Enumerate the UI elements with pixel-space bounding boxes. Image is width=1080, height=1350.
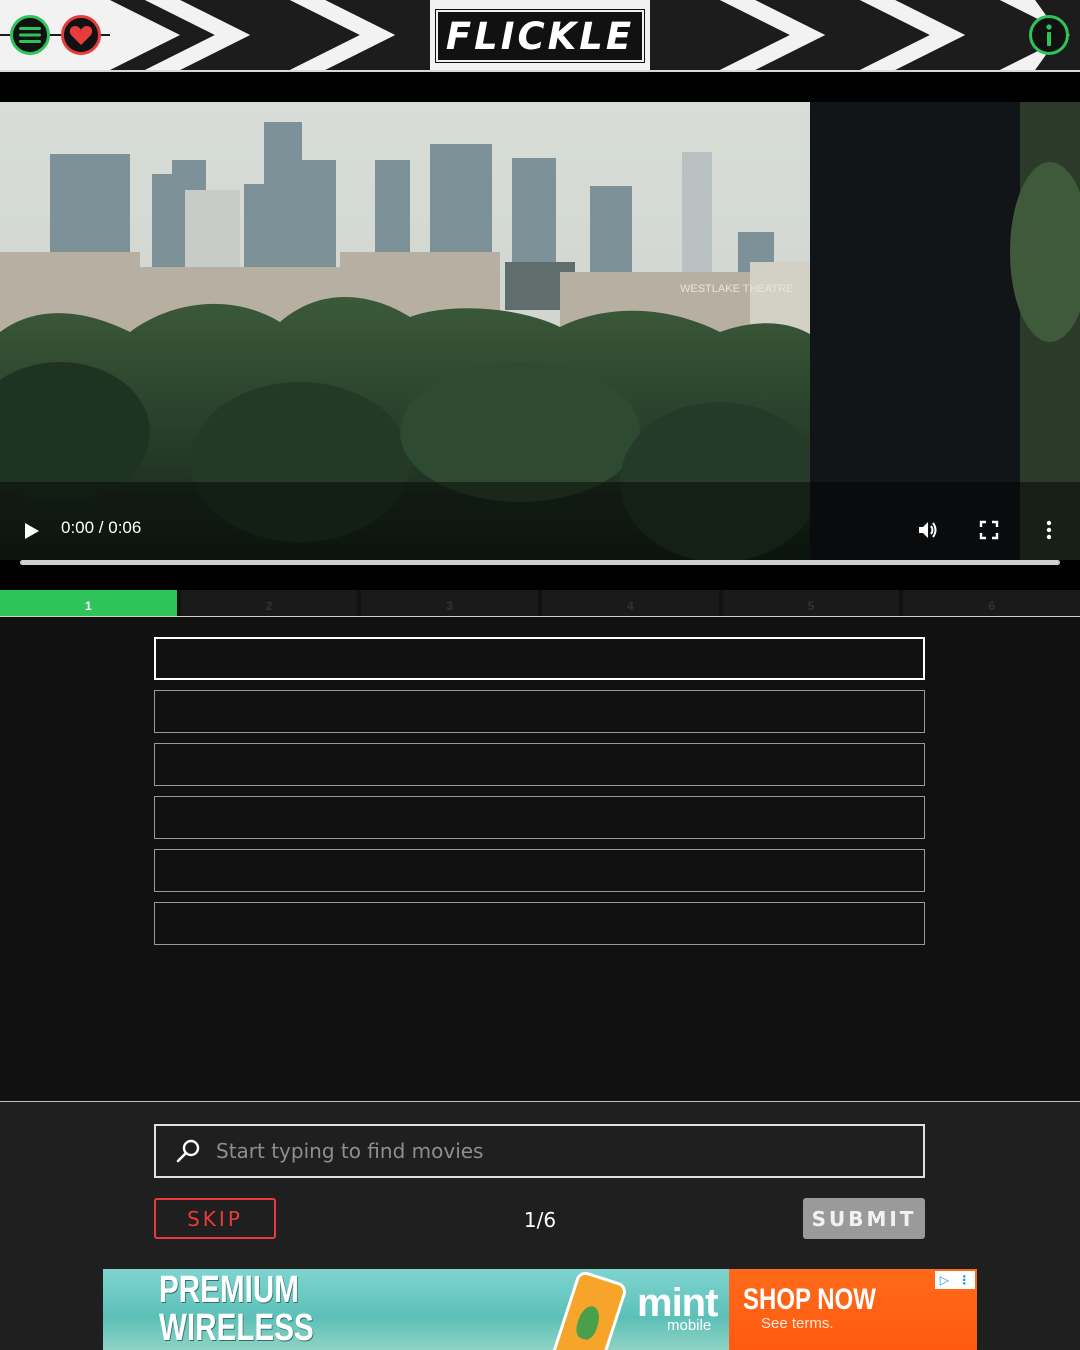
- menu-button[interactable]: [10, 15, 50, 55]
- guess-slot-5: [154, 849, 925, 892]
- guess-counter: 1/6: [523, 1208, 557, 1232]
- movie-search-input[interactable]: [216, 1139, 896, 1163]
- video-player[interactable]: WESTLAKE THEATRE 0:00 / 0:06: [0, 72, 1080, 590]
- guess-slot-3: [154, 743, 925, 786]
- guess-slot-1: [154, 637, 925, 680]
- info-button[interactable]: [1029, 15, 1069, 55]
- advertisement-banner[interactable]: PREMIUM WIRELESS mint mobile SHOP NOW Se…: [103, 1269, 977, 1350]
- guess-step-tabs: 1 2 3 4 5 6: [0, 590, 1080, 616]
- favorites-button[interactable]: [61, 15, 101, 55]
- ad-choices-icon: ▷: [939, 1273, 949, 1287]
- step-tab-5[interactable]: 5: [722, 590, 900, 616]
- step-tab-1[interactable]: 1: [0, 590, 177, 616]
- ad-choices-badge[interactable]: ▷ ⋮: [935, 1271, 975, 1289]
- hamburger-menu-icon: [19, 27, 41, 43]
- app-root: FLICKLE WESTLAKE THEATRE 0:00 / 0:06 1 2…: [0, 0, 1080, 1350]
- guess-list: [154, 637, 925, 955]
- volume-icon[interactable]: [916, 518, 940, 542]
- ad-headline-line1: PREMIUM: [159, 1269, 299, 1311]
- play-icon[interactable]: [20, 520, 42, 542]
- guess-slot-6: [154, 902, 925, 945]
- ad-cta: SHOP NOW: [743, 1283, 876, 1316]
- video-seek-bar[interactable]: [20, 560, 1060, 565]
- video-time: 0:00 / 0:06: [61, 518, 142, 537]
- logo-text: FLICKLE: [445, 14, 635, 58]
- app-logo: FLICKLE: [435, 9, 645, 63]
- ad-left-panel: PREMIUM WIRELESS mint mobile: [103, 1269, 729, 1350]
- ad-phone-image: [549, 1269, 629, 1350]
- scene-sign: WESTLAKE THEATRE: [680, 283, 793, 295]
- info-icon: [1046, 24, 1052, 46]
- heart-icon: [69, 26, 93, 45]
- ad-brand-sub: mobile: [667, 1317, 712, 1334]
- step-tab-2[interactable]: 2: [180, 590, 358, 616]
- skip-button[interactable]: SKIP: [154, 1198, 276, 1239]
- divider: [0, 616, 1080, 617]
- ad-more-icon: ⋮: [958, 1273, 971, 1287]
- step-tab-4[interactable]: 4: [542, 590, 719, 616]
- search-icon: [176, 1139, 200, 1163]
- step-tab-3[interactable]: 3: [361, 590, 539, 616]
- guess-slot-2: [154, 690, 925, 733]
- submit-button[interactable]: SUBMIT: [803, 1198, 925, 1239]
- city-skyline-scene: WESTLAKE THEATRE: [0, 102, 1080, 560]
- guess-slot-4: [154, 796, 925, 839]
- step-tab-6[interactable]: 6: [903, 590, 1080, 616]
- header-clapperboard: FLICKLE: [0, 0, 1080, 72]
- more-options-icon[interactable]: [1037, 518, 1061, 542]
- ad-terms: See terms.: [761, 1315, 834, 1332]
- ad-headline: PREMIUM WIRELESS: [159, 1271, 314, 1347]
- ad-headline-line2: WIRELESS: [159, 1307, 314, 1349]
- movie-search-box[interactable]: [154, 1124, 925, 1178]
- video-frame: WESTLAKE THEATRE: [0, 102, 1080, 560]
- fullscreen-icon[interactable]: [977, 518, 1001, 542]
